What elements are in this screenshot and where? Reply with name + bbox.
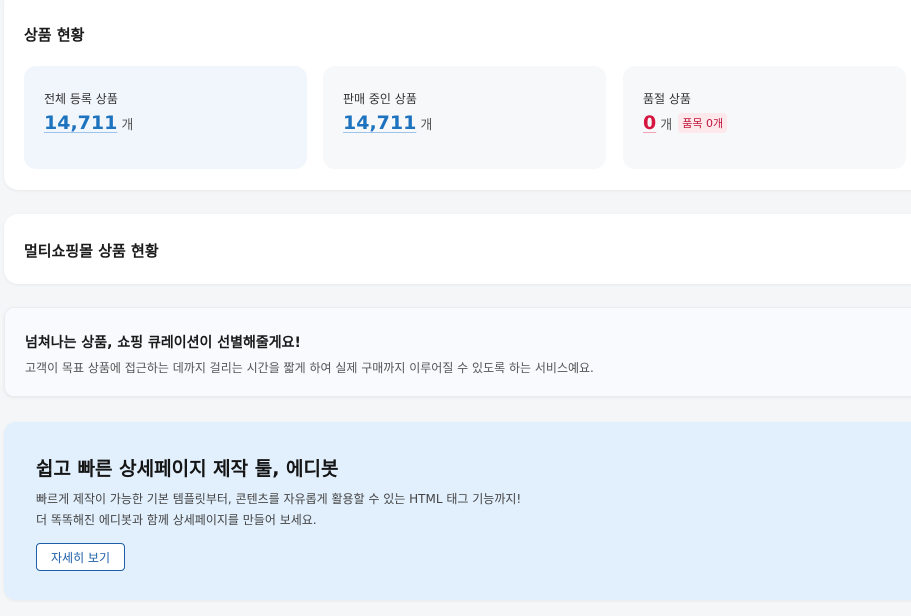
view-details-button[interactable]: 자세히 보기: [36, 543, 125, 571]
multi-shop-title: 멀티쇼핑몰 상품 현황: [24, 242, 159, 260]
editor-promo-title: 쉽고 빠른 상세페이지 제작 툴, 에디봇: [36, 458, 339, 480]
stat-total-label: 전체 등록 상품: [44, 92, 118, 106]
editor-promo-banner: 쉽고 빠른 상세페이지 제작 툴, 에디봇 빠르게 제작이 가능한 기본 템플릿…: [4, 422, 911, 600]
editor-promo-description-line: 더 똑똑해진 에디봇과 함께 상세페이지를 만들어 보세요.: [36, 513, 317, 527]
stat-selling-value-row: 14,711 개: [343, 112, 432, 134]
soldout-item-badge: 품목 0개: [678, 113, 728, 133]
stat-total-products: 전체 등록 상품 14,711 개: [24, 66, 307, 169]
stat-soldout-value-row: 0 개 품목 0개: [643, 112, 728, 134]
product-status-title: 상품 현황: [24, 26, 85, 44]
stat-soldout-count-link[interactable]: 0: [643, 112, 656, 134]
multi-shop-status-card: 멀티쇼핑몰 상품 현황: [4, 214, 911, 284]
stat-selling-products: 판매 중인 상품 14,711 개: [323, 66, 606, 169]
stat-soldout-label: 품절 상품: [643, 92, 691, 106]
stat-soldout-unit: 개: [660, 117, 673, 133]
stat-selling-unit: 개: [420, 117, 433, 133]
stat-soldout-products: 품절 상품 0 개 품목 0개: [623, 66, 906, 169]
product-status-card: 상품 현황 전체 등록 상품 14,711 개 판매 중인 상품 14,711 …: [4, 0, 911, 190]
stat-total-value-row: 14,711 개: [44, 112, 133, 134]
stat-selling-count-link[interactable]: 14,711: [343, 112, 416, 134]
editor-promo-description-line: 빠르게 제작이 가능한 기본 템플릿부터, 콘텐츠를 자유롭게 활용할 수 있는…: [36, 492, 522, 506]
stat-total-count-link[interactable]: 14,711: [44, 112, 117, 134]
stat-total-unit: 개: [121, 117, 134, 133]
curation-title: 넘쳐나는 상품, 쇼핑 큐레이션이 선별해줄게요!: [25, 335, 301, 351]
stat-selling-label: 판매 중인 상품: [343, 92, 417, 106]
curation-banner: 넘쳐나는 상품, 쇼핑 큐레이션이 선별해줄게요! 고객이 목표 상품에 접근하…: [4, 307, 911, 397]
curation-description: 고객이 목표 상품에 접근하는 데까지 걸리는 시간을 짧게 하여 실제 구매까…: [25, 361, 594, 375]
